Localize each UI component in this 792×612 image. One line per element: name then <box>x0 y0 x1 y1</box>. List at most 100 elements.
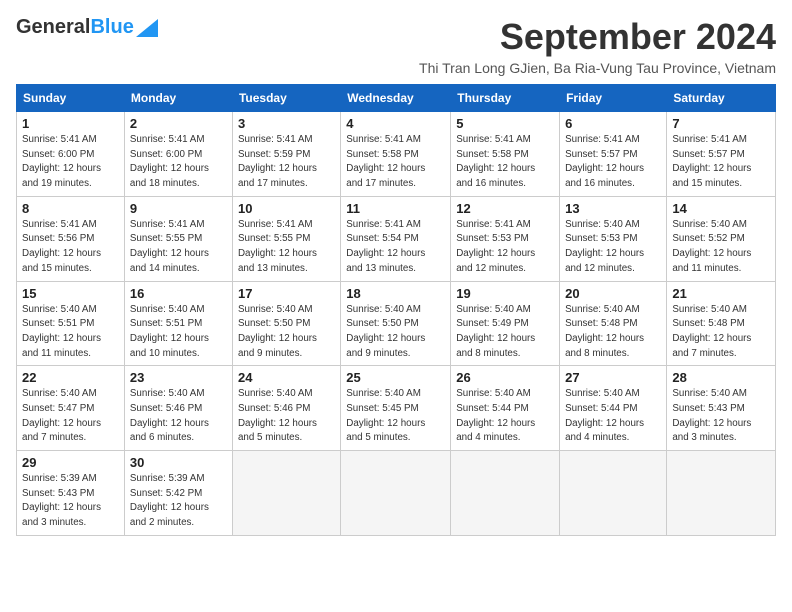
day-number: 24 <box>238 370 335 385</box>
calendar-cell: 7 Sunrise: 5:41 AM Sunset: 5:57 PM Daylig… <box>667 112 776 197</box>
day-number: 9 <box>130 201 227 216</box>
calendar-cell: 12 Sunrise: 5:41 AM Sunset: 5:53 PM Dayli… <box>451 196 560 281</box>
day-info: Sunrise: 5:41 AM Sunset: 5:58 PM Dayligh… <box>456 133 554 192</box>
page-header: GeneralBlue September 2024 Thi Tran Long… <box>16 16 776 76</box>
day-number: 8 <box>22 201 119 216</box>
day-info: Sunrise: 5:41 AM Sunset: 5:56 PM Dayligh… <box>22 218 119 277</box>
day-info: Sunrise: 5:41 AM Sunset: 5:55 PM Dayligh… <box>130 218 227 277</box>
day-info: Sunrise: 5:41 AM Sunset: 5:58 PM Dayligh… <box>346 133 445 192</box>
day-number: 12 <box>456 201 554 216</box>
day-info: Sunrise: 5:39 AM Sunset: 5:43 PM Dayligh… <box>22 472 119 531</box>
day-number: 16 <box>130 286 227 301</box>
location-subtitle: Thi Tran Long GJien, Ba Ria-Vung Tau Pro… <box>419 60 776 76</box>
day-info: Sunrise: 5:40 AM Sunset: 5:48 PM Dayligh… <box>565 303 661 362</box>
calendar-cell: 14 Sunrise: 5:40 AM Sunset: 5:52 PM Dayli… <box>667 196 776 281</box>
calendar-cell: 13 Sunrise: 5:40 AM Sunset: 5:53 PM Dayli… <box>560 196 667 281</box>
day-info: Sunrise: 5:40 AM Sunset: 5:43 PM Dayligh… <box>672 387 770 446</box>
calendar-cell <box>232 451 340 536</box>
day-number: 4 <box>346 116 445 131</box>
calendar-cell: 23Sunrise: 5:40 AM Sunset: 5:46 PM Dayli… <box>124 366 232 451</box>
calendar-cell: 28Sunrise: 5:40 AM Sunset: 5:43 PM Dayli… <box>667 366 776 451</box>
day-number: 11 <box>346 201 445 216</box>
logo-icon <box>136 19 158 37</box>
calendar-week-1: 1 Sunrise: 5:41 AM Sunset: 6:00 PM Daylig… <box>17 112 776 197</box>
day-info: Sunrise: 5:40 AM Sunset: 5:50 PM Dayligh… <box>238 303 335 362</box>
day-info: Sunrise: 5:41 AM Sunset: 5:53 PM Dayligh… <box>456 218 554 277</box>
calendar-cell: 27Sunrise: 5:40 AM Sunset: 5:44 PM Dayli… <box>560 366 667 451</box>
calendar-cell: 1 Sunrise: 5:41 AM Sunset: 6:00 PM Daylig… <box>17 112 125 197</box>
day-info: Sunrise: 5:40 AM Sunset: 5:51 PM Dayligh… <box>130 303 227 362</box>
day-number: 23 <box>130 370 227 385</box>
day-info: Sunrise: 5:41 AM Sunset: 5:55 PM Dayligh… <box>238 218 335 277</box>
day-info: Sunrise: 5:41 AM Sunset: 6:00 PM Dayligh… <box>22 133 119 192</box>
day-info: Sunrise: 5:40 AM Sunset: 5:46 PM Dayligh… <box>238 387 335 446</box>
calendar-header-row: SundayMondayTuesdayWednesdayThursdayFrid… <box>17 85 776 112</box>
calendar-cell: 16 Sunrise: 5:40 AM Sunset: 5:51 PM Dayli… <box>124 281 232 366</box>
day-info: Sunrise: 5:40 AM Sunset: 5:50 PM Dayligh… <box>346 303 445 362</box>
title-section: September 2024 Thi Tran Long GJien, Ba R… <box>419 16 776 76</box>
calendar-cell: 15 Sunrise: 5:40 AM Sunset: 5:51 PM Dayli… <box>17 281 125 366</box>
day-info: Sunrise: 5:40 AM Sunset: 5:44 PM Dayligh… <box>456 387 554 446</box>
day-number: 21 <box>672 286 770 301</box>
day-number: 13 <box>565 201 661 216</box>
day-number: 3 <box>238 116 335 131</box>
calendar-week-2: 8 Sunrise: 5:41 AM Sunset: 5:56 PM Daylig… <box>17 196 776 281</box>
day-number: 26 <box>456 370 554 385</box>
day-info: Sunrise: 5:40 AM Sunset: 5:48 PM Dayligh… <box>672 303 770 362</box>
weekday-header-sunday: Sunday <box>17 85 125 112</box>
calendar-week-4: 22 Sunrise: 5:40 AM Sunset: 5:47 PM Dayli… <box>17 366 776 451</box>
weekday-header-wednesday: Wednesday <box>341 85 451 112</box>
day-info: Sunrise: 5:41 AM Sunset: 5:57 PM Dayligh… <box>672 133 770 192</box>
day-number: 19 <box>456 286 554 301</box>
calendar-cell: 18 Sunrise: 5:40 AM Sunset: 5:50 PM Dayli… <box>341 281 451 366</box>
calendar-cell: 11 Sunrise: 5:41 AM Sunset: 5:54 PM Dayli… <box>341 196 451 281</box>
calendar-cell: 26 Sunrise: 5:40 AM Sunset: 5:44 PM Dayli… <box>451 366 560 451</box>
calendar-cell: 4 Sunrise: 5:41 AM Sunset: 5:58 PM Daylig… <box>341 112 451 197</box>
weekday-header-friday: Friday <box>560 85 667 112</box>
day-info: Sunrise: 5:40 AM Sunset: 5:49 PM Dayligh… <box>456 303 554 362</box>
calendar-cell: 25Sunrise: 5:40 AM Sunset: 5:45 PM Dayli… <box>341 366 451 451</box>
calendar-cell <box>451 451 560 536</box>
day-info: Sunrise: 5:40 AM Sunset: 5:53 PM Dayligh… <box>565 218 661 277</box>
day-number: 2 <box>130 116 227 131</box>
calendar-cell: 17 Sunrise: 5:40 AM Sunset: 5:50 PM Dayli… <box>232 281 340 366</box>
calendar-week-5: 29Sunrise: 5:39 AM Sunset: 5:43 PM Dayli… <box>17 451 776 536</box>
weekday-header-thursday: Thursday <box>451 85 560 112</box>
day-info: Sunrise: 5:40 AM Sunset: 5:51 PM Dayligh… <box>22 303 119 362</box>
calendar-cell: 19 Sunrise: 5:40 AM Sunset: 5:49 PM Dayli… <box>451 281 560 366</box>
calendar-cell: 9 Sunrise: 5:41 AM Sunset: 5:55 PM Daylig… <box>124 196 232 281</box>
weekday-header-saturday: Saturday <box>667 85 776 112</box>
day-info: Sunrise: 5:40 AM Sunset: 5:52 PM Dayligh… <box>672 218 770 277</box>
day-info: Sunrise: 5:41 AM Sunset: 5:54 PM Dayligh… <box>346 218 445 277</box>
logo: GeneralBlue <box>16 16 158 39</box>
calendar-cell: 24 Sunrise: 5:40 AM Sunset: 5:46 PM Dayli… <box>232 366 340 451</box>
day-info: Sunrise: 5:39 AM Sunset: 5:42 PM Dayligh… <box>130 472 227 531</box>
day-info: Sunrise: 5:41 AM Sunset: 6:00 PM Dayligh… <box>130 133 227 192</box>
calendar-week-3: 15 Sunrise: 5:40 AM Sunset: 5:51 PM Dayli… <box>17 281 776 366</box>
calendar-cell: 22 Sunrise: 5:40 AM Sunset: 5:47 PM Dayli… <box>17 366 125 451</box>
day-info: Sunrise: 5:41 AM Sunset: 5:57 PM Dayligh… <box>565 133 661 192</box>
calendar-cell: 3 Sunrise: 5:41 AM Sunset: 5:59 PM Daylig… <box>232 112 340 197</box>
day-number: 5 <box>456 116 554 131</box>
day-number: 1 <box>22 116 119 131</box>
calendar-cell: 5 Sunrise: 5:41 AM Sunset: 5:58 PM Daylig… <box>451 112 560 197</box>
day-number: 14 <box>672 201 770 216</box>
day-number: 17 <box>238 286 335 301</box>
day-number: 7 <box>672 116 770 131</box>
calendar-cell: 20 Sunrise: 5:40 AM Sunset: 5:48 PM Dayli… <box>560 281 667 366</box>
calendar-cell <box>341 451 451 536</box>
month-title: September 2024 <box>419 16 776 58</box>
weekday-header-monday: Monday <box>124 85 232 112</box>
day-number: 30 <box>130 455 227 470</box>
day-info: Sunrise: 5:40 AM Sunset: 5:47 PM Dayligh… <box>22 387 119 446</box>
day-info: Sunrise: 5:41 AM Sunset: 5:59 PM Dayligh… <box>238 133 335 192</box>
day-info: Sunrise: 5:40 AM Sunset: 5:44 PM Dayligh… <box>565 387 661 446</box>
day-number: 20 <box>565 286 661 301</box>
calendar-cell: 2 Sunrise: 5:41 AM Sunset: 6:00 PM Daylig… <box>124 112 232 197</box>
day-number: 18 <box>346 286 445 301</box>
calendar-cell <box>667 451 776 536</box>
calendar-cell: 8 Sunrise: 5:41 AM Sunset: 5:56 PM Daylig… <box>17 196 125 281</box>
day-number: 15 <box>22 286 119 301</box>
day-number: 22 <box>22 370 119 385</box>
day-number: 6 <box>565 116 661 131</box>
